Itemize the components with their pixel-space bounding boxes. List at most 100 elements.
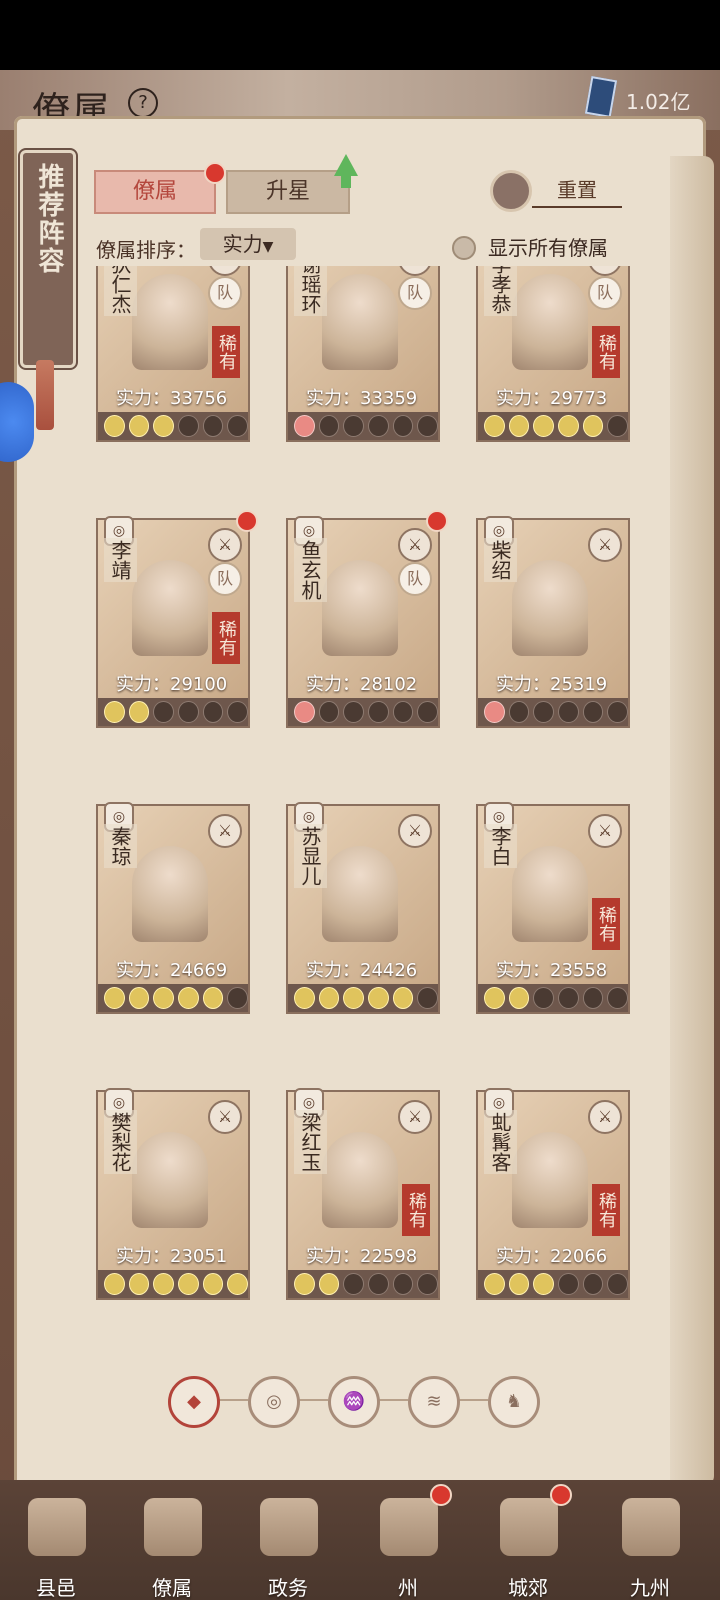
rarity-badge: 稀有 [592,326,620,378]
reset-button[interactable]: 重置 [532,174,622,208]
portrait-image [512,1132,588,1228]
moon-star-icon [582,987,604,1009]
moon-star-icon [368,987,389,1009]
nav-item[interactable]: 州 [358,1480,458,1600]
moon-star-icon [508,701,530,723]
moon-star-icon [318,1273,340,1295]
power-value: 实力：29100 [116,674,228,695]
portrait-image [512,846,588,942]
moon-star-icon [484,701,505,723]
retainer-name: 李靖 [104,538,137,582]
moon-star-icon [368,1273,389,1295]
retainer-card[interactable]: ◎⚔队李孝恭稀有实力：29773 [476,266,630,442]
moon-star-icon [318,701,340,723]
moon-star-icon [392,987,414,1009]
power-value: 实力：24669 [116,960,228,981]
moon-star-icon [104,701,125,723]
reset-icon[interactable] [490,170,532,212]
filter-fan-icon[interactable]: ≋ [408,1376,460,1428]
power-value: 实力：25319 [496,674,608,695]
moon-star-icon [417,1273,439,1295]
nav-label: 僚属 [152,1576,192,1600]
retainer-card[interactable]: ◎ ⚔ 樊梨花 实力：23051 [96,1088,250,1300]
moon-star-icon [294,1273,315,1295]
retainer-name: 秦琼 [104,824,137,868]
filter-gourd-icon[interactable]: ♒ [328,1376,380,1428]
tab-retainers[interactable]: 僚属 [94,162,226,214]
nav-item[interactable]: 城郊 [478,1480,578,1600]
notification-dot [236,510,258,532]
currency-value: 1.02亿 [626,90,691,114]
star-level-bar [478,698,629,726]
star-level-bar [98,698,249,726]
app-stage: 僚属 ? 1.02亿 推荐阵容 僚属 升星 重置 僚属排序： 实力▼ 显示所有僚… [0,70,720,1600]
rarity-badge: 稀有 [592,1184,620,1236]
show-all-toggle[interactable] [452,236,476,260]
role-icon: ⚔ [208,1100,242,1134]
portrait-image [132,1132,208,1228]
retainer-card[interactable]: ◎ ⚔ 秦琼 实力：24669 [96,802,250,1014]
retainer-name: 鱼玄机 [294,538,327,602]
nav-label: 县邑 [36,1576,76,1600]
moon-star-icon [178,987,199,1009]
filter-all-icon[interactable]: ◆ [168,1376,220,1428]
portrait-image [132,274,208,370]
filter-bell-icon[interactable]: ◎ [248,1376,300,1428]
recommend-lineup-label: 推荐阵容 [34,163,64,275]
sort-select[interactable]: 实力▼ [200,228,296,260]
nav-item[interactable]: 县邑 [6,1480,106,1600]
moon-star-icon [343,701,365,723]
moon-star-icon [392,701,414,723]
retainer-card[interactable]: ◎⚔队狄仁杰稀有实力：33756 [96,266,250,442]
retainer-name: 梁红玉 [294,1110,327,1174]
nav-item[interactable]: 九州 [600,1480,700,1600]
moon-star-icon [484,415,505,437]
moon-star-icon [607,987,629,1009]
tab-star-upgrade-label: 升星 [265,179,310,204]
team-badge: 队 [398,562,432,596]
filter-horse-icon[interactable]: ♞ [488,1376,540,1428]
moon-star-icon [153,701,175,723]
retainer-card[interactable]: ◎ ⚔ 虬髯客 稀有 实力：22066 [476,1088,630,1300]
class-filter-bar: ◆ ◎ ♒ ≋ ♞ [168,1376,548,1428]
moon-star-icon [533,987,555,1009]
retainer-card[interactable]: ◎⚔队谢瑶环实力：33359 [286,266,440,442]
moon-star-icon [533,1273,555,1295]
moon-star-icon [227,415,249,437]
help-icon[interactable]: ? [128,88,158,118]
star-level-bar [478,412,629,440]
moon-star-icon [607,1273,629,1295]
moon-star-icon [294,987,315,1009]
tab-star-upgrade[interactable]: 升星 [226,170,350,214]
nav-label: 州 [398,1576,418,1600]
retainer-card[interactable]: ◎ ⚔ 队李靖 稀有 实力：29100 [96,510,258,728]
nav-building-icon [622,1498,680,1556]
retainer-card[interactable]: ◎ ⚔ 队鱼玄机 实力：28102 [286,510,448,728]
power-value: 实力：24426 [306,960,418,981]
floating-assist-button[interactable] [0,382,34,462]
recommend-lineup-tab[interactable]: 推荐阵容 [20,150,76,368]
tab-retainers-red-dot [204,162,226,184]
power-value: 实力：23051 [116,1246,228,1267]
retainer-card[interactable]: ◎ ⚔ 柴绍 实力：25319 [476,516,630,728]
moon-star-icon [318,415,340,437]
moon-star-icon [343,987,365,1009]
moon-star-icon [227,1273,249,1295]
moon-star-icon [417,415,439,437]
show-all-label: 显示所有僚属 [488,236,608,260]
bottom-navigation: 县邑 僚属 政务 州 城郊 九州 [0,1480,720,1600]
retainer-card[interactable]: ◎ ⚔ 李白 稀有 实力：23558 [476,802,630,1014]
star-level-bar [478,1270,629,1298]
moon-star-icon [104,415,125,437]
retainer-name: 苏显儿 [294,824,327,888]
nav-item[interactable]: 僚属 [122,1480,222,1600]
nav-item[interactable]: 政务 [238,1480,338,1600]
role-icon: ⚔ [398,528,432,562]
retainer-card[interactable]: ◎ ⚔ 苏显儿 实力：24426 [286,802,440,1014]
retainer-card[interactable]: ◎ ⚔ 梁红玉 稀有 实力：22598 [286,1088,440,1300]
moon-star-icon [607,701,629,723]
moon-star-icon [558,415,579,437]
portrait-image [132,560,208,656]
moon-star-icon [533,415,555,437]
moon-star-icon [318,987,340,1009]
